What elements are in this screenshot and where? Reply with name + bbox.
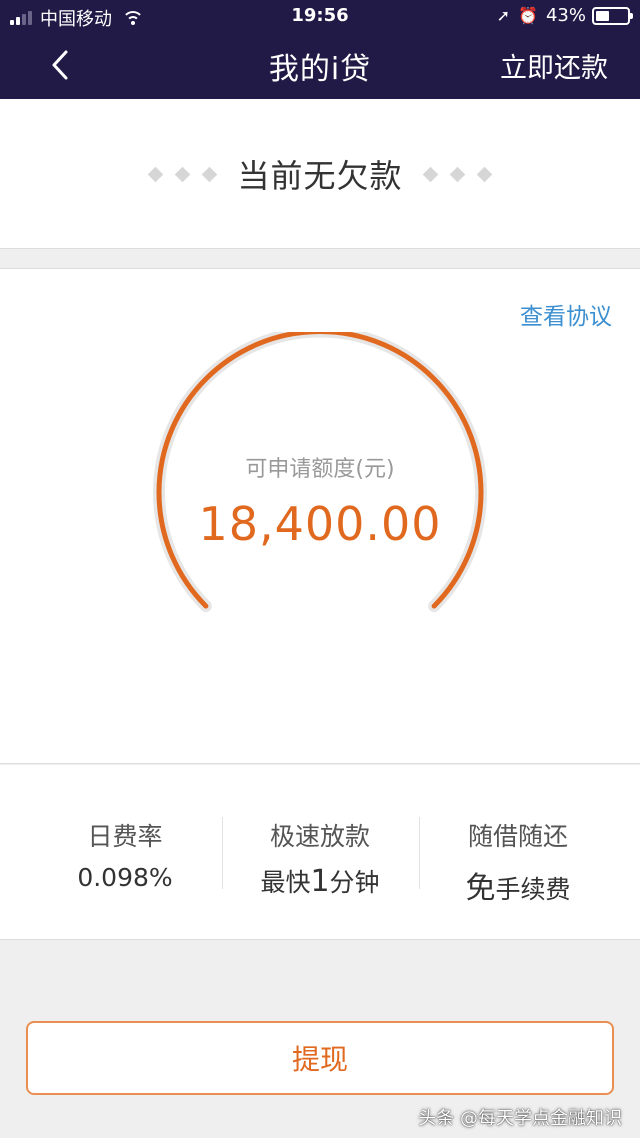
feature-value-emphasis: 免 bbox=[465, 871, 496, 906]
feature-value: 免手续费 bbox=[418, 863, 618, 907]
feature-title: 日费率 bbox=[87, 822, 163, 851]
nav-bar: 我的i贷 立即还款 bbox=[0, 32, 640, 99]
header: 中国移动 19:56 ➚ ⏰ 43% 我的i贷 立即还款 bbox=[0, 0, 640, 99]
debt-status-row: 当前无欠款 bbox=[0, 151, 640, 197]
debt-status-text: 当前无欠款 bbox=[237, 157, 403, 195]
feature-value-suffix: 分钟 bbox=[329, 868, 380, 897]
status-right: ➚ ⏰ 43% bbox=[496, 5, 633, 26]
feature-value-suffix: 手续费 bbox=[495, 875, 571, 904]
debt-status-card: 当前无欠款 bbox=[0, 99, 640, 249]
features-bar: 日费率 0.098% 极速放款 最快1分钟 随借随还 免手续费 bbox=[0, 765, 640, 940]
feature-fast-loan: 极速放款 最快1分钟 bbox=[220, 817, 420, 899]
quota-label: 可申请额度(元) bbox=[245, 457, 395, 482]
quota-card: 查看协议 可申请额度(元) 18,400.00 bbox=[0, 268, 640, 764]
feature-daily-rate: 日费率 0.098% bbox=[25, 817, 225, 892]
location-arrow-icon: ➚ bbox=[496, 6, 511, 25]
battery-icon bbox=[592, 6, 633, 25]
quota-amount: 18,400.00 bbox=[198, 497, 442, 551]
watermark: 头条 @每天学点金融知识 bbox=[418, 1108, 622, 1129]
feature-value-emphasis: 1 bbox=[310, 864, 330, 899]
battery-fill bbox=[596, 10, 609, 21]
view-agreement-link[interactable]: 查看协议 bbox=[520, 297, 612, 331]
status-bar: 中国移动 19:56 ➚ ⏰ 43% bbox=[0, 0, 640, 32]
feature-value-prefix: 最快 bbox=[260, 868, 311, 897]
alarm-icon: ⏰ bbox=[518, 6, 538, 25]
battery-percent: 43% bbox=[545, 5, 586, 26]
feature-title: 随借随还 bbox=[467, 822, 568, 851]
feature-flexible-repay: 随借随还 免手续费 bbox=[418, 817, 618, 907]
withdraw-button[interactable]: 提现 bbox=[26, 1021, 614, 1095]
feature-title: 极速放款 bbox=[269, 822, 370, 851]
feature-value: 最快1分钟 bbox=[220, 863, 420, 899]
feature-value: 0.098% bbox=[77, 863, 173, 892]
right-diamond-decoration bbox=[417, 166, 498, 182]
left-diamond-decoration bbox=[142, 166, 223, 182]
repay-now-button[interactable]: 立即还款 bbox=[500, 46, 608, 85]
